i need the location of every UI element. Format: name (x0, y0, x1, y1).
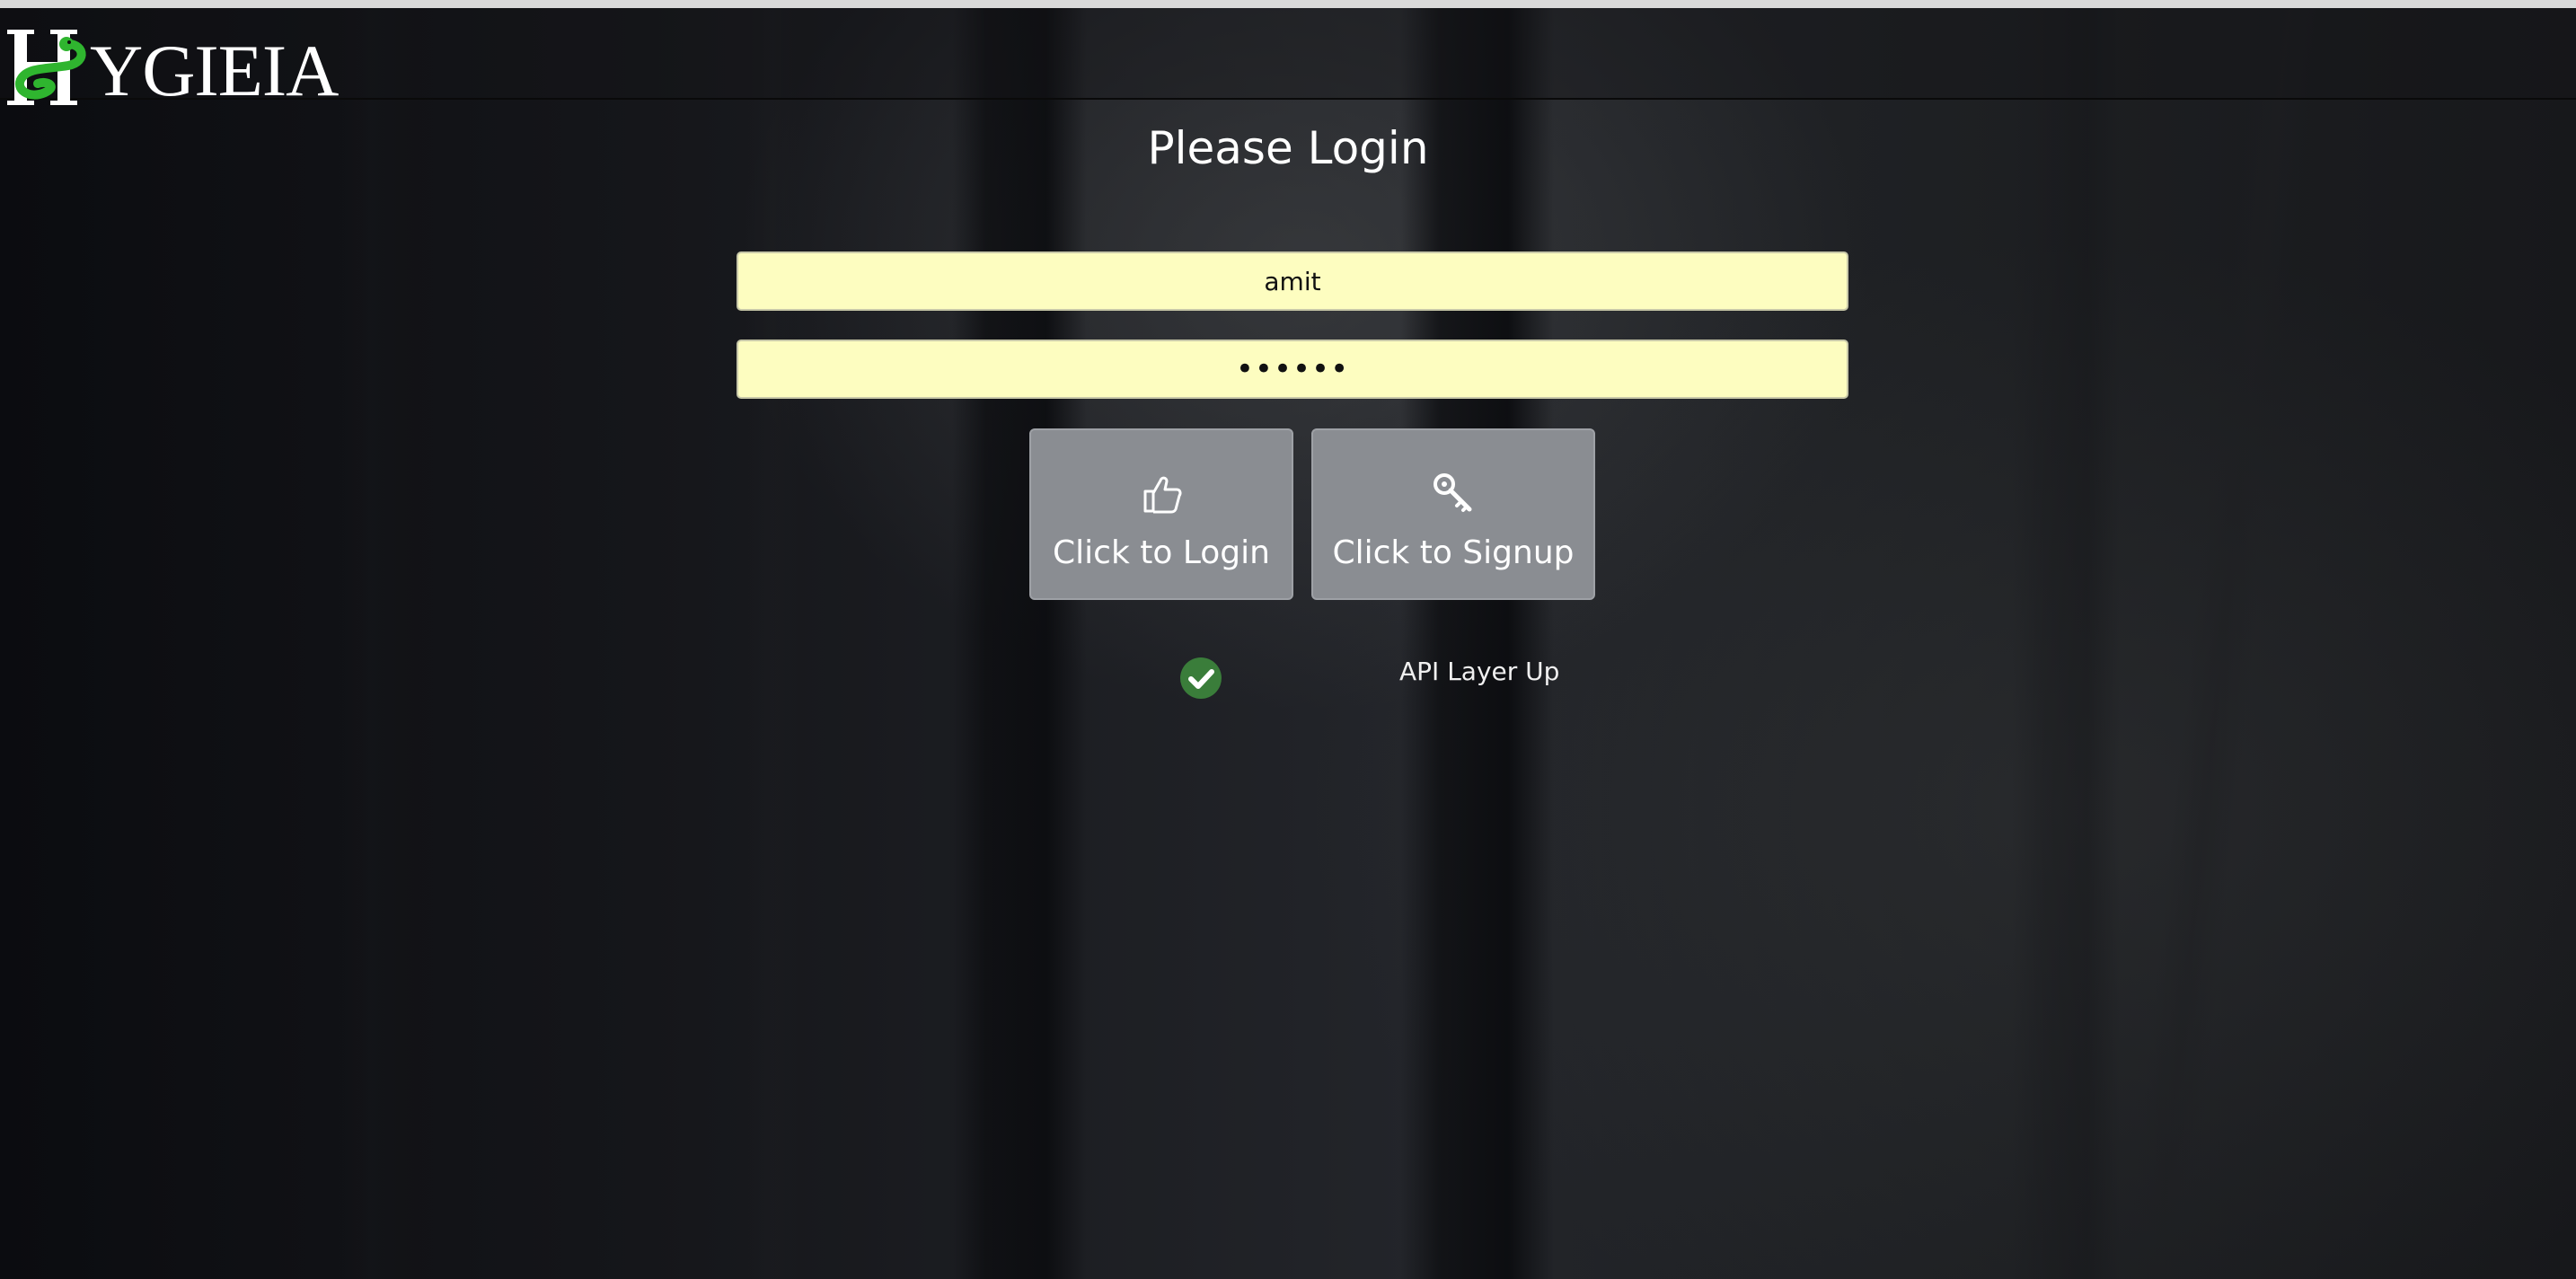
logo-text: YGIEIA (90, 30, 339, 111)
background-tree (341, 0, 440, 1279)
signup-button-label: Click to Signup (1332, 534, 1575, 571)
background-tree (1401, 0, 1554, 1279)
thumbs-up-icon (1143, 476, 1182, 514)
app-logo[interactable]: YGIEIA (2, 19, 339, 111)
background-tree (745, 0, 799, 1279)
signup-button[interactable]: Click to Signup (1311, 428, 1595, 600)
check-circle-icon (1180, 657, 1222, 699)
background-tree (952, 0, 1087, 1279)
header-bar: YGIEIA (0, 8, 2576, 109)
logo-mark (2, 26, 92, 109)
snake-icon (7, 30, 86, 105)
login-button[interactable]: Click to Login (1029, 428, 1293, 600)
background-tree (2124, 0, 2322, 1279)
username-input[interactable] (737, 251, 1848, 311)
api-status-text: API Layer Up (1399, 657, 1560, 686)
background-tree (2012, 0, 2120, 1279)
page-title: Please Login (1147, 122, 1429, 174)
key-icon (1434, 473, 1472, 512)
password-input[interactable] (737, 340, 1848, 399)
browser-top-strip (0, 0, 2576, 8)
login-button-label: Click to Login (1053, 534, 1270, 571)
